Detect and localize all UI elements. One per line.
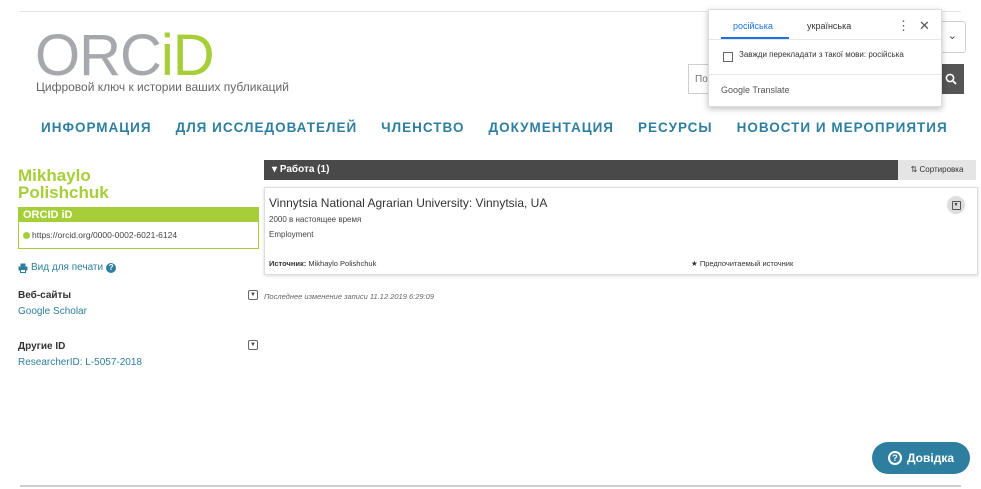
nav-item-membership[interactable]: ЧЛЕНСТВО bbox=[381, 120, 464, 135]
nav-item-researchers[interactable]: ДЛЯ ИССЛЕДОВАТЕЛЕЙ bbox=[176, 120, 358, 135]
works-header[interactable]: ▾ Работа (1) bbox=[264, 160, 898, 180]
orcid-icon bbox=[23, 231, 30, 239]
question-icon: ? bbox=[887, 451, 902, 465]
work-item: Vinnytsia National Agrarian University: … bbox=[264, 187, 978, 275]
translate-tab-target[interactable]: українська bbox=[807, 21, 851, 31]
work-source: Источник: Mikhaylo Polishchuk bbox=[269, 259, 376, 268]
help-button-label: Довідка bbox=[906, 451, 955, 465]
work-expand-button[interactable]: ▼ bbox=[947, 196, 965, 214]
sort-label: Сортировка bbox=[919, 165, 964, 174]
work-source-value: Mikhaylo Polishchuk bbox=[308, 259, 377, 268]
orcid-url-text: https://orcid.org/0000-0002-6021-6124 bbox=[32, 230, 178, 240]
profile-first-name: Mikhaylo bbox=[18, 166, 91, 185]
work-title: Vinnytsia National Agrarian University: … bbox=[269, 196, 548, 210]
nav-item-info[interactable]: ИНФОРМАЦИЯ bbox=[41, 120, 152, 135]
orcid-url[interactable]: https://orcid.org/0000-0002-6021-6124 bbox=[23, 230, 177, 240]
orcid-id-box: ORCID iD https://orcid.org/0000-0002-602… bbox=[18, 207, 259, 249]
google-translate-popup: російська українська ⋮ ✕ Завжди переклад… bbox=[708, 9, 942, 107]
researcher-id-link[interactable]: ResearcherID: L-5057-2018 bbox=[18, 357, 142, 368]
chevron-down-icon: ▾ bbox=[272, 164, 278, 175]
always-translate-checkbox[interactable] bbox=[723, 52, 733, 62]
google-scholar-link[interactable]: Google Scholar bbox=[18, 306, 87, 317]
websites-title: Веб-сайты bbox=[18, 290, 71, 301]
translate-tab-source[interactable]: російська bbox=[733, 21, 773, 31]
chevron-down-icon: ⌄ bbox=[947, 30, 957, 42]
always-translate-label: Завжди перекладати з такої мови: російсь… bbox=[739, 50, 904, 59]
sort-icon: ⇅ bbox=[910, 165, 918, 174]
more-options-icon[interactable]: ⋮ bbox=[897, 18, 910, 34]
print-view-link[interactable]: Вид для печати ? bbox=[18, 262, 117, 273]
star-icon: ★ bbox=[691, 259, 698, 268]
work-type: Employment bbox=[269, 230, 314, 239]
tagline: Цифровой ключ к истории ваших публикаций bbox=[36, 80, 289, 94]
websites-toggle-icon[interactable]: ▼ bbox=[248, 290, 258, 300]
profile-last-name: Polishchuk bbox=[18, 183, 109, 202]
logo-wordmark: ORCiD bbox=[35, 23, 215, 88]
sort-button[interactable]: ⇅ Сортировка bbox=[898, 160, 976, 180]
nav-item-news-events[interactable]: НОВОСТИ И МЕРОПРИЯТИЯ bbox=[737, 120, 948, 135]
logo-id: iD bbox=[160, 23, 215, 88]
last-modified-text: Последнее изменение записи 11.12.2019 6:… bbox=[264, 292, 434, 301]
nav-item-resources[interactable]: РЕСУРСЫ bbox=[638, 120, 713, 135]
other-ids-title: Другие ID bbox=[18, 341, 66, 352]
orcid-id-label: ORCID iD bbox=[19, 208, 258, 222]
preferred-source: ★ Предпочитаемый источник bbox=[691, 259, 793, 268]
translate-divider bbox=[709, 39, 941, 40]
search-icon bbox=[945, 73, 957, 85]
main-nav: ИНФОРМАЦИЯ ДЛЯ ИССЛЕДОВАТЕЛЕЙ ЧЛЕНСТВО Д… bbox=[41, 120, 972, 135]
work-source-label: Источник: bbox=[269, 259, 307, 268]
profile-name: Mikhaylo Polishchuk bbox=[18, 167, 109, 201]
close-icon[interactable]: ✕ bbox=[919, 18, 930, 34]
translate-footer-divider bbox=[709, 74, 941, 75]
expand-icon: ▼ bbox=[951, 200, 961, 210]
printer-icon bbox=[18, 263, 28, 273]
nav-item-documentation[interactable]: ДОКУМЕНТАЦИЯ bbox=[488, 120, 614, 135]
google-translate-brand: Google Translate bbox=[721, 85, 790, 95]
works-header-label: Работа (1) bbox=[279, 164, 330, 175]
work-date: 2000 в настоящее время bbox=[269, 215, 362, 224]
help-button[interactable]: ? Довідка bbox=[872, 442, 970, 474]
other-ids-toggle-icon[interactable]: ▼ bbox=[248, 340, 258, 350]
print-view-label: Вид для печати bbox=[31, 262, 104, 273]
bottom-divider bbox=[20, 485, 961, 487]
preferred-source-label: Предпочитаемый источник bbox=[699, 259, 794, 268]
help-icon[interactable]: ? bbox=[106, 262, 117, 273]
logo-orc: ORC bbox=[35, 23, 162, 88]
